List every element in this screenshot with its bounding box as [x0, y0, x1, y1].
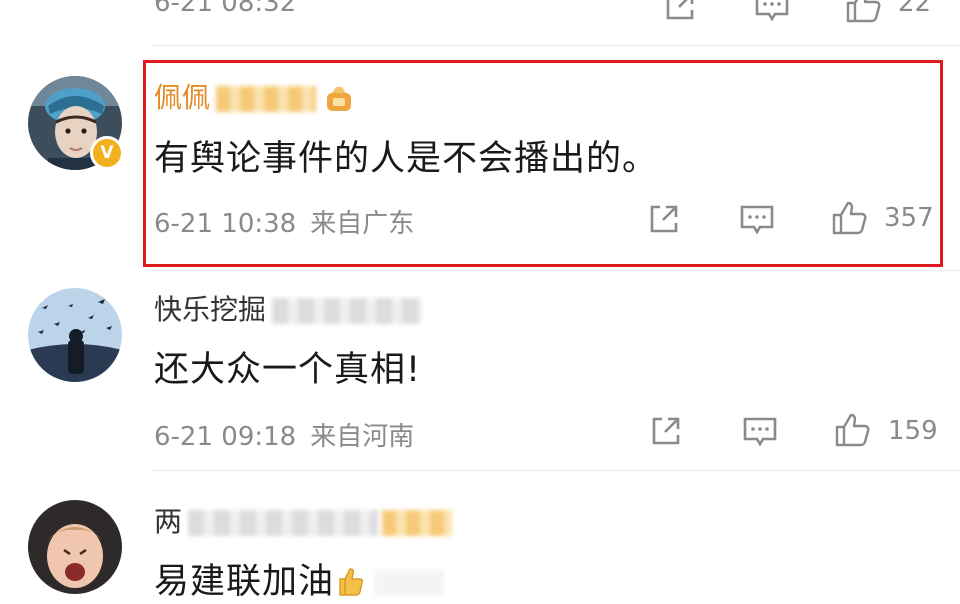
thumbs-up-icon[interactable] [844, 0, 884, 26]
username[interactable]: 两 [154, 500, 453, 540]
blurred-username [188, 510, 379, 536]
username-text: 两 [154, 505, 183, 538]
share-icon[interactable] [646, 411, 686, 451]
comment-partial-top: 6-21 08:32 22 [0, 0, 960, 46]
comment-icon[interactable] [752, 0, 792, 26]
avatar[interactable] [28, 288, 122, 382]
comment-date: 6-21 09:18 [154, 422, 297, 452]
divider [152, 45, 960, 46]
comment-meta: 6-21 08:32 [154, 0, 296, 18]
thumbs-up-emoji [339, 568, 364, 596]
username-text: 快乐挖掘 [154, 293, 267, 326]
comment-text: 易建联加油 [154, 553, 445, 604]
share-icon[interactable] [660, 0, 700, 26]
username[interactable]: 快乐挖掘 [154, 288, 423, 328]
like-count: 159 [888, 416, 938, 446]
verified-v-icon: V [90, 136, 124, 170]
highlight-box [143, 60, 943, 267]
avatar[interactable] [28, 500, 122, 594]
blurred-badge [382, 510, 453, 536]
divider [152, 470, 960, 471]
comment-meta: 6-21 09:18 来自河南 [154, 416, 414, 453]
blurred-reply [374, 570, 445, 596]
comment-date: 6-21 08:32 [154, 0, 297, 18]
comment-text: 还大众一个真相! [154, 350, 422, 390]
divider [152, 270, 960, 271]
like-count: 22 [898, 0, 932, 18]
comment-location: 来自河南 [310, 422, 415, 452]
thumbs-up-icon[interactable] [833, 410, 873, 450]
comment-icon[interactable] [740, 411, 780, 451]
blurred-username [272, 298, 423, 324]
comment-text-content: 易建联加油 [154, 562, 335, 602]
